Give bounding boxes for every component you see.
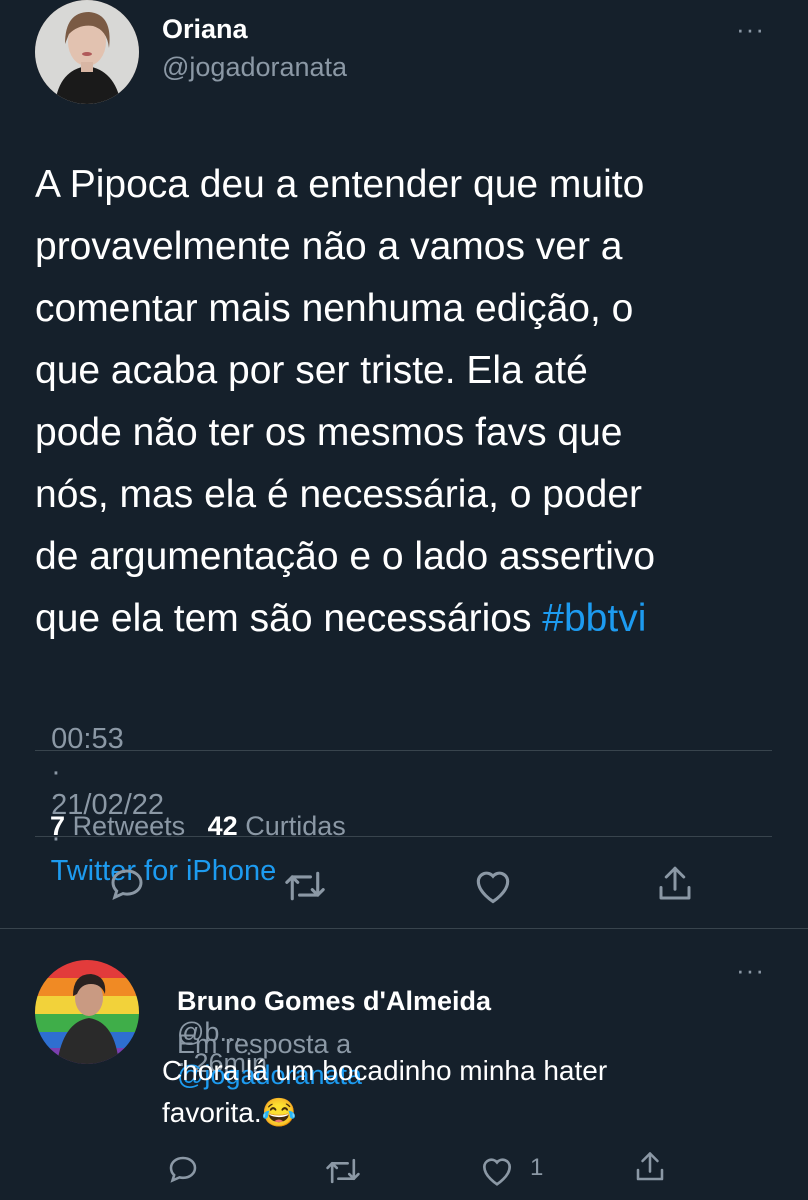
reply-text-line: Chora lá um bocadinho minha hater	[162, 1055, 608, 1086]
more-icon[interactable]: ···	[736, 14, 765, 45]
reply-author-avatar[interactable]	[35, 960, 139, 1064]
divider	[35, 750, 772, 751]
tweet-text: A Pipoca deu a entender que muito provav…	[35, 154, 795, 650]
reply-icon[interactable]	[106, 864, 148, 906]
hashtag-link[interactable]: #bbtvi	[542, 597, 646, 640]
tweet-text-line: comentar mais nenhuma edição, o	[35, 287, 634, 330]
reply-text-line-end: favorita.	[162, 1097, 262, 1128]
tweet-text-line: que ela tem são necessários #bbtvi	[35, 588, 795, 650]
retweet-icon[interactable]	[283, 866, 327, 906]
reply-text-line: favorita.😂	[162, 1092, 607, 1134]
reply-text: Chora lá um bocadinho minha hater favori…	[162, 1050, 607, 1134]
tweet-text-line: pode não ter os mesmos favs que	[35, 411, 623, 454]
tweet-text-line: de argumentação e o lado assertivo	[35, 535, 656, 578]
tweet-text-line: provavelmente não a vamos ver a	[35, 225, 623, 268]
reply-like-count: 1	[530, 1154, 544, 1181]
like-icon[interactable]	[471, 864, 515, 906]
tweet-text-line: que acaba por ser triste. Ela até	[35, 349, 588, 392]
tweet-text-line-end: que ela tem são necessários	[35, 597, 543, 640]
more-icon[interactable]: ···	[736, 955, 765, 986]
divider	[0, 928, 808, 929]
avatar-portrait	[35, 0, 139, 104]
share-icon[interactable]	[632, 1148, 668, 1186]
laughing-emoji: 😂	[261, 1097, 297, 1128]
retweet-icon[interactable]	[324, 1154, 362, 1188]
like-icon[interactable]	[478, 1152, 516, 1188]
author-name[interactable]: Oriana	[162, 14, 248, 45]
reply-icon[interactable]	[165, 1152, 201, 1188]
stats-row: 7 Retweets 42 Curtidas	[35, 780, 346, 842]
author-avatar[interactable]	[35, 0, 139, 104]
source-link[interactable]: Twitter for iPhone	[51, 855, 277, 887]
divider	[35, 836, 772, 837]
share-icon[interactable]	[654, 862, 696, 906]
tweet-text-line: A Pipoca deu a entender que muito	[35, 163, 645, 206]
author-handle[interactable]: @jogadoranata	[162, 52, 347, 83]
reply-avatar-portrait	[35, 960, 139, 1064]
tweet-text-line: nós, mas ela é necessária, o poder	[35, 473, 643, 516]
